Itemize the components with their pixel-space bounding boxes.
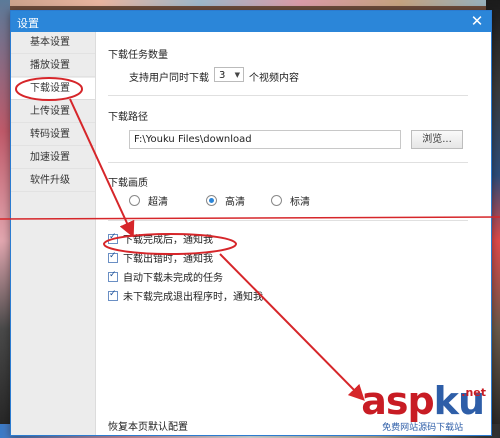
sidebar-item-transcode[interactable]: 转码设置 [11,124,95,146]
radio-selected-icon [206,195,217,206]
auto-resume-checkbox[interactable]: 自动下载未完成的任务 [108,269,223,284]
download-path-input[interactable] [129,130,401,149]
download-tasks-suffix: 个视频内容 [249,73,299,84]
download-count-select[interactable]: 3 ▼ [214,67,244,82]
background-strip-top [0,0,500,6]
notify-on-error-checkbox[interactable]: 下载出错时，通知我 [108,250,213,265]
download-tasks-title: 下载任务数量 [108,50,168,61]
sidebar-item-basic[interactable]: 基本设置 [11,32,95,54]
browse-button[interactable]: 浏览... [411,130,463,149]
background-strip-left [0,0,10,438]
quality-option-label: 标清 [290,197,310,208]
settings-sidebar: 基本设置 播放设置 下载设置 上传设置 转码设置 加速设置 软件升级 [11,32,96,435]
title-bar: 设置 ✕ [11,11,491,32]
quality-option-standard[interactable]: 标清 [271,193,310,208]
divider [108,95,468,96]
sidebar-item-upgrade[interactable]: 软件升级 [11,170,95,192]
quality-option-label: 超清 [148,197,168,208]
divider [108,162,468,163]
radio-icon [129,195,140,206]
sidebar-item-upload[interactable]: 上传设置 [11,101,95,123]
download-tasks-prefix: 支持用户同时下载 [129,73,209,84]
checkbox-label: 下载完成后，通知我 [123,235,213,246]
quality-option-high[interactable]: 高清 [206,193,245,208]
restore-defaults-link[interactable]: 恢复本页默认配置 [108,418,188,433]
watermark-domain: .net [461,386,486,399]
checkbox-checked-icon [108,251,118,263]
quality-option-super[interactable]: 超清 [129,193,168,208]
close-button[interactable]: ✕ [469,13,485,29]
watermark-logo-part: asp [361,379,434,423]
checkbox-checked-icon [108,232,118,244]
divider [108,220,468,221]
download-path-title: 下载路径 [108,112,148,123]
notify-on-exit-checkbox[interactable]: 未下载完成退出程序时，通知我 [108,288,263,303]
site-watermark-logo: aspku .net 免费网站源码下载站 [361,382,486,433]
download-count-value: 3 [219,70,226,81]
checkbox-label: 未下载完成退出程序时，通知我 [123,292,263,303]
checkbox-label: 自动下载未完成的任务 [123,273,223,284]
checkbox-checked-icon [108,289,118,301]
window-title: 设置 [17,17,39,30]
radio-icon [271,195,282,206]
download-settings-panel: 下载任务数量 支持用户同时下载 3 ▼ 个视频内容 下载路径 浏览... 下载画… [96,32,491,435]
quality-option-label: 高清 [225,197,245,208]
sidebar-item-playback[interactable]: 播放设置 [11,55,95,77]
sidebar-item-acceleration[interactable]: 加速设置 [11,147,95,169]
sidebar-item-download[interactable]: 下载设置 [11,78,95,100]
settings-dialog: 设置 ✕ 基本设置 播放设置 下载设置 上传设置 转码设置 加速设置 软件升级 … [10,10,492,436]
download-quality-title: 下载画质 [108,178,148,189]
checkbox-label: 下载出错时，通知我 [123,254,213,265]
checkbox-checked-icon [108,270,118,282]
notify-on-complete-checkbox[interactable]: 下载完成后，通知我 [108,231,213,246]
chevron-down-icon: ▼ [234,71,240,79]
